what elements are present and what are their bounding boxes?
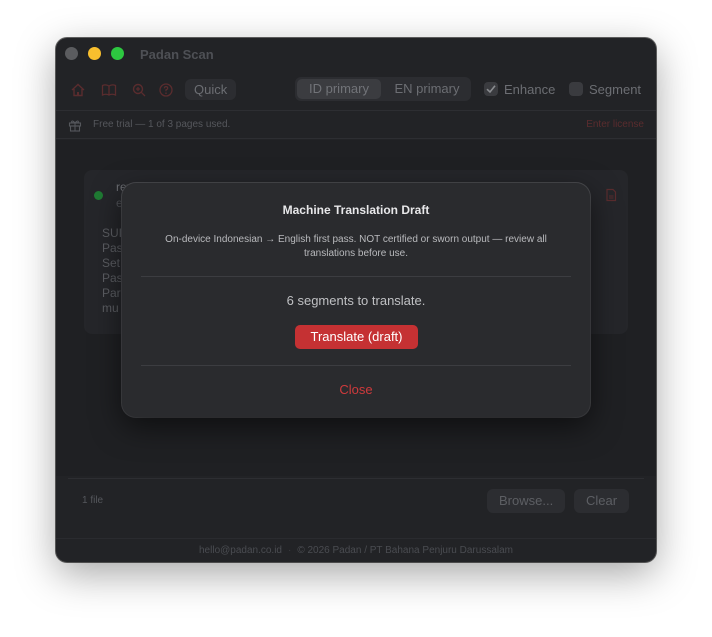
window-minimize-button[interactable] [88, 47, 101, 60]
pdf-icon[interactable] [604, 188, 618, 202]
preview-line: Par [102, 286, 121, 300]
footer-credits: hello@padan.co.id · © 2026 Padan / PT Baha… [56, 545, 656, 556]
language-segmented-control: ID primary EN primary [295, 77, 471, 101]
preview-line: Pas [102, 271, 123, 285]
close-button[interactable]: Close [122, 382, 590, 397]
id-primary-option[interactable]: ID primary [297, 79, 381, 99]
enhance-label: Enhance [504, 82, 556, 97]
footer-divider [68, 478, 644, 479]
book-icon[interactable] [101, 82, 117, 98]
title-bar: Padan Scan [56, 38, 656, 72]
contact-email-link[interactable]: hello@padan.co.id [199, 545, 282, 556]
window-title: Padan Scan [140, 47, 214, 62]
preview-line: SUI [102, 226, 123, 240]
document-text-preview: SUI Pas Set Pas Par mu [102, 226, 123, 316]
enhance-checkbox[interactable] [484, 82, 498, 96]
status-dot [94, 191, 103, 200]
segments-count: 6 segments to translate. [286, 293, 426, 308]
dialog-divider [141, 365, 571, 366]
window-close-button[interactable] [65, 47, 78, 60]
preview-line: mu [102, 301, 119, 315]
gift-icon [68, 118, 82, 132]
help-icon[interactable] [158, 82, 174, 98]
window-zoom-button[interactable] [111, 47, 124, 60]
en-primary-option[interactable]: EN primary [385, 79, 469, 99]
preview-line: Set [102, 256, 121, 270]
clear-button[interactable]: Clear [574, 489, 630, 513]
copyright-text: © 2026 Padan / PT Bahana Penjuru Darussa… [297, 545, 513, 556]
segment-checkbox[interactable] [569, 82, 583, 96]
separator-dot: · [288, 545, 292, 556]
toolbar-divider [56, 110, 656, 111]
zoom-icon[interactable] [131, 82, 147, 98]
browse-button[interactable]: Browse... [487, 489, 566, 513]
segment-label: Segment [589, 82, 642, 97]
dialog-description: On-device Indonesian → English first pas… [165, 234, 547, 259]
preview-line: Pas [102, 241, 123, 255]
quick-button[interactable]: Quick [185, 79, 237, 100]
toolbar: Quick ID primary EN primary Enhance Segm… [56, 76, 656, 104]
trial-divider [56, 138, 656, 139]
dialog-title: Machine Translation Draft [282, 203, 430, 217]
translate-draft-button[interactable]: Translate (draft) [295, 325, 418, 349]
dialog-divider [141, 276, 571, 277]
bottom-divider [56, 538, 656, 539]
translation-dialog: Machine Translation Draft On-device Indo… [122, 183, 590, 417]
enter-license-link[interactable]: Enter license [586, 119, 644, 130]
home-icon[interactable] [70, 82, 86, 98]
trial-status: Free trial — 1 of 3 pages used. [93, 119, 231, 130]
file-count: 1 file [82, 495, 104, 506]
